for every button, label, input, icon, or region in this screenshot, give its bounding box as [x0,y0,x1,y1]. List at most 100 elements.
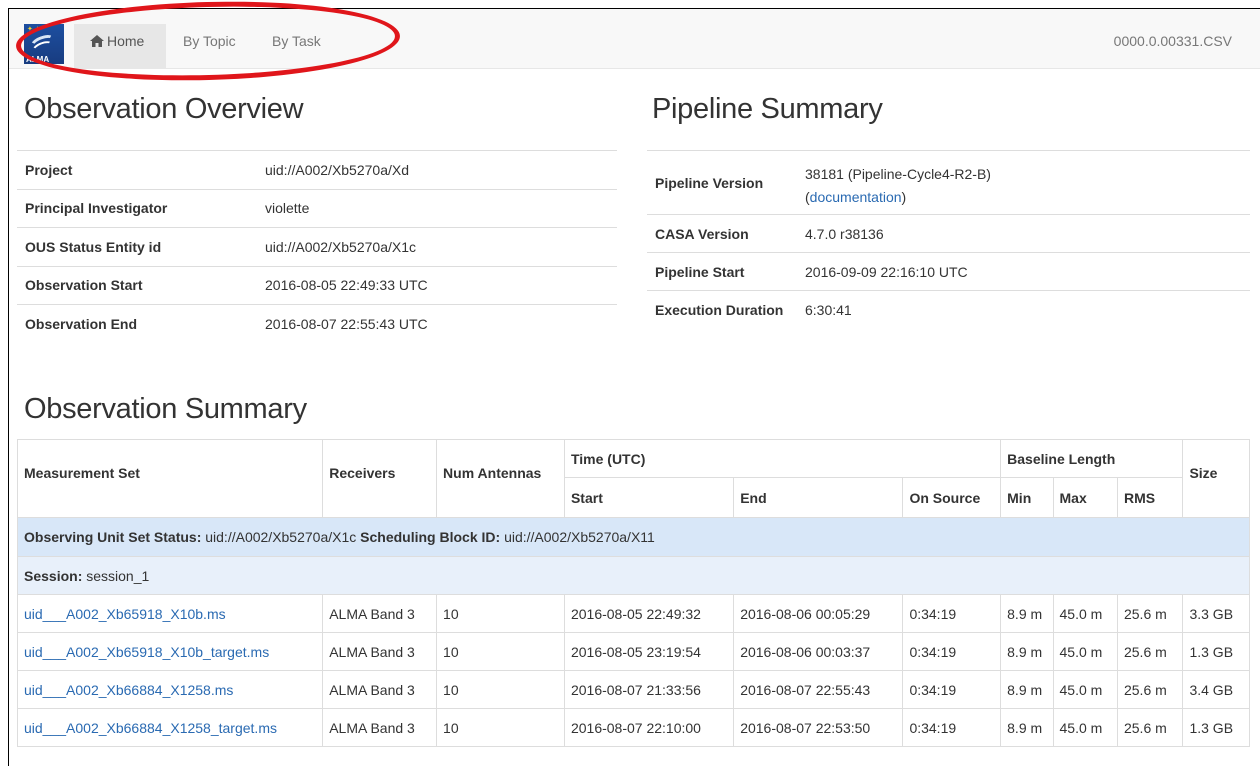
ous-value: uid://A002/Xb5270a/X1c [205,529,357,545]
execution-duration-key: Execution Duration [647,290,797,329]
pipeline-version-text: 38181 (Pipeline-Cycle4-R2-B) [805,166,991,182]
header-max[interactable]: Max [1052,477,1118,518]
header-size[interactable]: Size [1182,439,1250,518]
max-cell: 45.0 m [1052,708,1118,747]
documentation-link[interactable]: documentation [810,189,902,205]
start-cell: 2016-08-07 22:10:00 [563,708,735,747]
observation-start-value: 2016-08-05 22:49:33 UTC [257,265,617,305]
end-cell: 2016-08-06 00:03:37 [733,632,904,671]
observation-end-key: Observation End [17,304,257,343]
table-row: Pipeline Version 38181 (Pipeline-Cycle4-… [647,150,1250,215]
receivers-cell: ALMA Band 3 [322,594,438,633]
on-source-cell: 0:34:19 [902,632,1002,671]
receivers-cell: ALMA Band 3 [322,670,438,709]
pipeline-summary-table: Pipeline Version 38181 (Pipeline-Cycle4-… [647,150,1250,329]
min-cell: 8.9 m [1000,632,1054,671]
nav-by-topic[interactable]: By Topic [167,24,252,68]
header-num-antennas[interactable]: Num Antennas [436,439,565,518]
start-cell: 2016-08-07 21:33:56 [563,670,735,709]
ms-cell: uid___A002_Xb65918_X10b.ms [16,594,324,633]
header-baseline-length: Baseline Length [1000,439,1184,478]
session-label: Session: [24,567,83,584]
end-cell: 2016-08-07 22:53:50 [733,708,904,747]
dataset-label: 0000.0.00331.CSV [1113,33,1232,49]
header-row-group: Measurement Set Receivers Num Antennas T… [16,439,1250,518]
header-end[interactable]: End [733,477,904,518]
nav-by-task[interactable]: By Task [256,24,337,68]
pipeline-start-key: Pipeline Start [647,252,797,291]
doc-close-paren: ) [901,189,907,205]
pi-value: violette [257,188,617,228]
header-receivers[interactable]: Receivers [322,439,438,518]
table-row: uid___A002_Xb66884_X1258.ms ALMA Band 3 … [16,670,1250,709]
ms-cell: uid___A002_Xb66884_X1258.ms [16,670,324,709]
observation-end-value: 2016-08-07 22:55:43 UTC [257,304,617,343]
size-cell: 1.3 GB [1182,708,1250,747]
pipeline-start-value: 2016-09-09 22:16:10 UTC [797,252,1250,291]
antennas-cell: 10 [436,594,565,633]
ous-label: Observing Unit Set Status: [24,529,202,545]
rms-cell: 25.6 m [1116,670,1184,709]
on-source-cell: 0:34:19 [902,708,1002,747]
sb-value: uid://A002/Xb5270a/X11 [504,529,655,545]
header-on-source[interactable]: On Source [902,477,1002,518]
max-cell: 45.0 m [1052,632,1118,671]
table-row: Pipeline Start 2016-09-09 22:16:10 UTC [647,252,1250,291]
ms-link[interactable]: uid___A002_Xb65918_X10b_target.ms [24,644,269,660]
logo-text: ALMA [26,55,50,64]
header-start[interactable]: Start [563,477,735,518]
header-min[interactable]: Min [1000,477,1054,518]
casa-version-key: CASA Version [647,214,797,253]
ms-link[interactable]: uid___A002_Xb66884_X1258_target.ms [24,720,277,736]
ms-cell: uid___A002_Xb65918_X10b_target.ms [16,632,324,671]
table-row: OUS Status Entity id uid://A002/Xb5270a/… [17,227,617,266]
observation-summary-table: Measurement Set Receivers Num Antennas T… [16,439,1250,747]
ous-status-key: OUS Status Entity id [17,227,257,266]
antennas-cell: 10 [436,708,565,747]
ms-cell: uid___A002_Xb66884_X1258_target.ms [16,708,324,747]
table-row: Observation End 2016-08-07 22:55:43 UTC [17,304,617,343]
ms-link[interactable]: uid___A002_Xb66884_X1258.ms [24,682,233,698]
min-cell: 8.9 m [1000,594,1054,633]
nav-home-label: Home [107,33,145,49]
header-measurement-set[interactable]: Measurement Set [16,439,324,518]
receivers-cell: ALMA Band 3 [322,632,438,671]
table-row: uid___A002_Xb65918_X10b_target.ms ALMA B… [16,632,1250,671]
min-cell: 8.9 m [1000,670,1054,709]
max-cell: 45.0 m [1052,670,1118,709]
size-cell: 3.4 GB [1182,670,1250,709]
end-cell: 2016-08-07 22:55:43 [733,670,904,709]
rms-cell: 25.6 m [1116,632,1184,671]
execution-duration-value: 6:30:41 [797,290,1250,329]
receivers-cell: ALMA Band 3 [322,708,438,747]
pi-key: Principal Investigator [17,188,257,228]
start-cell: 2016-08-05 23:19:54 [563,632,735,671]
nav-home[interactable]: Home [74,24,166,68]
table-row: Principal Investigator violette [17,188,617,228]
max-cell: 45.0 m [1052,594,1118,633]
end-cell: 2016-08-06 00:05:29 [733,594,904,633]
ms-link[interactable]: uid___A002_Xb65918_X10b.ms [24,606,226,622]
table-row: Project uid://A002/Xb5270a/Xd [17,150,617,189]
on-source-cell: 0:34:19 [902,670,1002,709]
sb-label: Scheduling Block ID: [360,529,501,545]
table-row: Execution Duration 6:30:41 [647,290,1250,329]
logo-stars-icon: ✦ ✦ [27,26,41,33]
table-row: uid___A002_Xb66884_X1258_target.ms ALMA … [16,708,1250,747]
observation-overview-table: Project uid://A002/Xb5270a/Xd Principal … [17,150,617,343]
observation-summary-title: Observation Summary [24,393,307,425]
rms-cell: 25.6 m [1116,594,1184,633]
alma-logo[interactable]: ✦ ✦ ALMA [24,24,64,64]
pipeline-summary-title: Pipeline Summary [652,93,883,125]
ous-status-value: uid://A002/Xb5270a/X1c [257,227,617,266]
home-icon [90,35,104,47]
table-row: Observation Start 2016-08-05 22:49:33 UT… [17,265,617,305]
start-cell: 2016-08-05 22:49:32 [563,594,735,633]
project-key: Project [17,150,257,189]
header-rms[interactable]: RMS [1116,477,1184,518]
table-row: uid___A002_Xb65918_X10b.ms ALMA Band 3 1… [16,594,1250,633]
ous-group-cell: Observing Unit Set Status: uid://A002/Xb… [17,517,1250,557]
on-source-cell: 0:34:19 [902,594,1002,633]
ous-group-row: Observing Unit Set Status: uid://A002/Xb… [17,517,1250,557]
observation-start-key: Observation Start [17,265,257,305]
